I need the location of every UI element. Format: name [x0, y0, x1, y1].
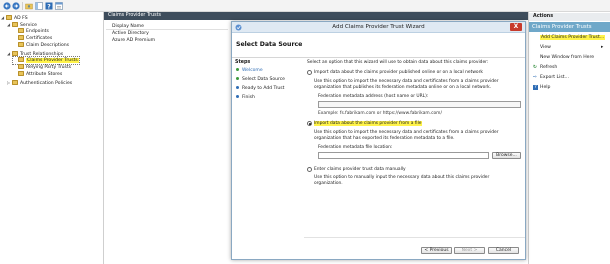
folder-icon: [18, 57, 24, 62]
action-export-list[interactable]: ⇨ Export List...: [533, 74, 569, 82]
action-add-claims-provider-trust[interactable]: Add Claims Provider Trust...: [533, 34, 606, 42]
action-view[interactable]: View ▸: [533, 44, 603, 52]
import-from-file-description: Use this option to import the necessary …: [314, 130, 499, 141]
close-icon[interactable]: X: [510, 23, 522, 31]
export-icon: ⇨: [533, 75, 537, 80]
action-help[interactable]: ? Help: [533, 84, 550, 92]
step-status-icon: [236, 67, 239, 71]
folder-icon: [18, 64, 24, 69]
action-new-window-from-here[interactable]: New Window from Here: [533, 54, 594, 62]
browse-button[interactable]: Browse...: [492, 152, 521, 159]
radio-import-from-file[interactable]: [307, 121, 312, 126]
step-ready-to-add-trust: Ready to Add Trust: [236, 85, 284, 93]
wizard-title: Add Claims Provider Trust Wizard: [332, 24, 425, 30]
svg-text:?: ?: [47, 3, 51, 10]
wizard-content: Select an option that this wizard will u…: [307, 58, 524, 238]
properties-icon[interactable]: [55, 2, 63, 10]
refresh-icon: ↻: [533, 65, 537, 70]
tree-item-trust-relationships[interactable]: ◢ Trust Relationships: [7, 50, 63, 57]
wizard-intro-text: Select an option that this wizard will u…: [307, 60, 489, 65]
tree-item-authentication-policies[interactable]: ▷ Authentication Policies: [7, 79, 72, 86]
results-pane-header: Claims Provider Trusts: [104, 12, 528, 20]
step-status-icon: [236, 94, 239, 98]
radio-enter-manually-label[interactable]: Enter claims provider trust data manuall…: [314, 167, 522, 173]
forward-arrow-icon[interactable]: [12, 2, 20, 10]
tree-item-certificates[interactable]: Certificates: [13, 35, 52, 42]
wizard-footer-divider: [304, 237, 525, 238]
wizard-title-bar[interactable]: Add Claims Provider Trust Wizard X: [232, 22, 525, 33]
cancel-button[interactable]: Cancel: [488, 247, 519, 254]
wizard-page-header: Select Data Source: [232, 33, 525, 58]
folder-icon: [18, 42, 24, 47]
folder-icon: [12, 80, 18, 85]
step-welcome: Welcome: [236, 67, 263, 75]
column-header-display-name[interactable]: Display Name: [112, 23, 232, 30]
console-tree: ◢ AD FS ◢ Service Endpoints Certificates C…: [0, 12, 104, 264]
steps-heading: Steps: [235, 60, 251, 65]
submenu-arrow-icon: ▸: [601, 45, 604, 50]
wizard-page-heading: Select Data Source: [236, 41, 303, 48]
radio-import-online[interactable]: [307, 70, 312, 75]
tree-item-attribute-stores[interactable]: Attribute Stores: [13, 71, 62, 78]
radio-import-online-label[interactable]: Import data about the claims provider pu…: [314, 70, 522, 76]
wizard-steps: Steps Welcome Select Data Source Ready t…: [232, 58, 302, 259]
tree-item-endpoints[interactable]: Endpoints: [13, 28, 49, 35]
folder-icon: [18, 28, 24, 33]
results-list: Display Name Active Directory Azure AD P…: [112, 23, 232, 44]
back-arrow-icon[interactable]: [3, 2, 11, 10]
folder-icon: [18, 71, 24, 76]
previous-button[interactable]: < Previous: [421, 247, 452, 254]
list-item[interactable]: Azure AD Premium: [112, 37, 232, 44]
tree-item-service[interactable]: ◢ Service: [7, 21, 37, 28]
step-status-icon: [236, 85, 239, 89]
help-icon: ?: [533, 85, 538, 90]
list-item[interactable]: Active Directory: [112, 30, 232, 37]
folder-icon: [12, 51, 18, 56]
actions-section-header[interactable]: Claims Provider Trusts: [529, 22, 610, 32]
radio-enter-manually[interactable]: [307, 167, 312, 172]
actions-title: Actions: [529, 13, 610, 21]
import-online-description: Use this option to import the necessary …: [314, 79, 499, 90]
next-button[interactable]: Next >: [454, 247, 485, 254]
metadata-address-label: Federation metadata address (host name o…: [318, 94, 429, 99]
folder-icon: [12, 22, 18, 27]
up-folder-icon[interactable]: [25, 2, 33, 10]
radio-import-from-file-label[interactable]: Import data about the claims provider fr…: [314, 120, 522, 127]
folder-icon: [6, 15, 12, 20]
tree-item-claim-descriptions[interactable]: Claim Descriptions: [13, 42, 69, 49]
folder-icon: [18, 35, 24, 40]
toolbar-separator: [22, 2, 23, 10]
metadata-file-location-input[interactable]: [318, 152, 489, 159]
help-icon[interactable]: ?: [45, 2, 53, 10]
show-hide-tree-icon[interactable]: [35, 2, 43, 10]
metadata-address-input[interactable]: [318, 101, 521, 108]
step-status-icon: [236, 76, 239, 80]
actions-pane: Actions Claims Provider Trusts Add Claim…: [528, 12, 610, 264]
add-claims-provider-trust-wizard: Add Claims Provider Trust Wizard X Selec…: [231, 21, 526, 260]
metadata-address-example: Example: fs.fabrikam.com or https://www.…: [318, 111, 442, 116]
step-finish: Finish: [236, 94, 255, 102]
action-refresh[interactable]: ↻ Refresh: [533, 64, 557, 72]
step-select-data-source: Select Data Source: [236, 76, 285, 84]
toolbar: ?: [0, 0, 610, 12]
metadata-file-location-label: Federation metadata file location:: [318, 145, 393, 150]
tree-item-ad-fs[interactable]: ◢ AD FS: [1, 14, 28, 21]
tree-item-claims-provider-trusts[interactable]: Claims Provider Trusts: [12, 56, 80, 65]
tree-item-relying-party-trusts[interactable]: Relying Party Trusts: [13, 64, 71, 71]
enter-manually-description: Use this option to manually input the ne…: [314, 175, 490, 186]
